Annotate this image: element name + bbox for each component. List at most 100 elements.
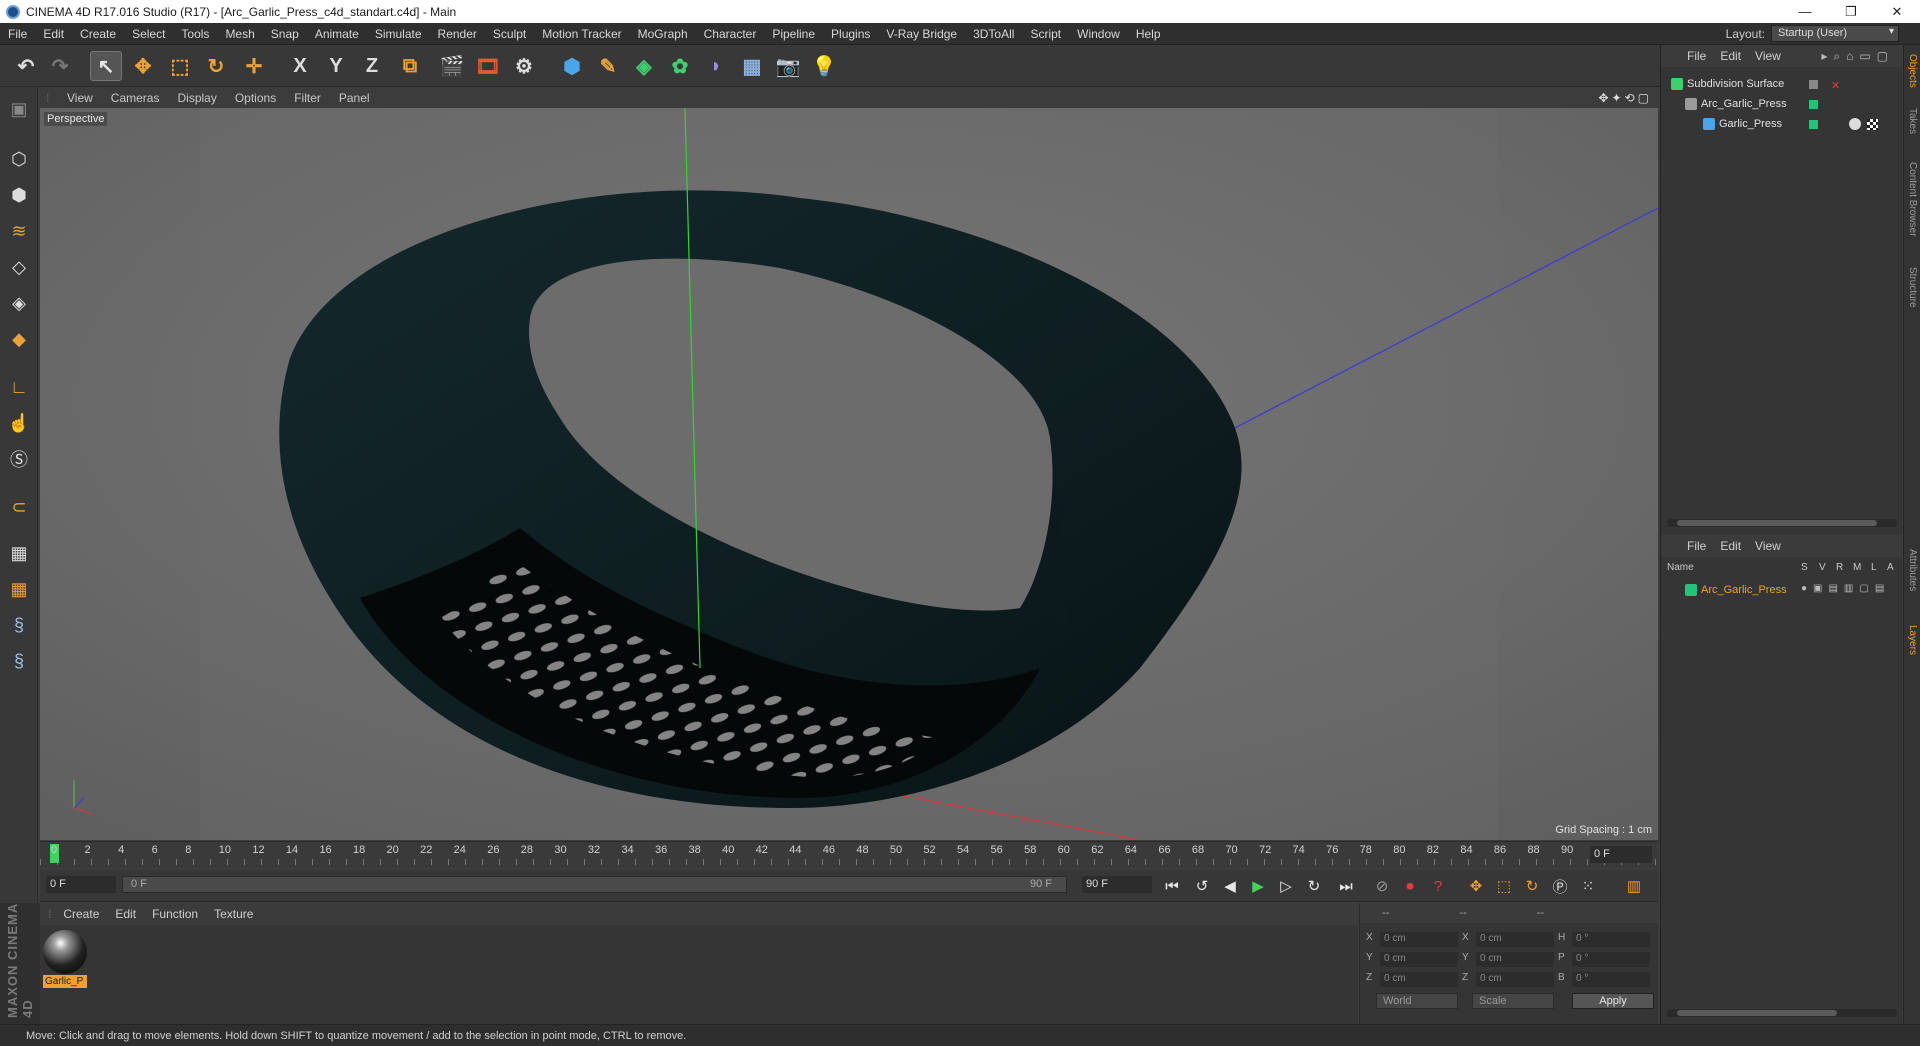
z-axis-icon[interactable]: Z — [356, 51, 388, 81]
previous-key-icon[interactable]: ↺ — [1190, 875, 1214, 897]
play-icon[interactable]: ▶ — [1246, 875, 1270, 897]
current-frame-field[interactable]: 0 F — [1590, 846, 1652, 863]
keyframe-selection-icon[interactable]: ? — [1426, 875, 1450, 897]
scrollbar-thumb[interactable] — [1677, 520, 1877, 526]
lm-menu-file[interactable]: File — [1687, 539, 1706, 553]
y-axis-icon[interactable]: Y — [320, 51, 352, 81]
key-scale-icon[interactable]: ⬚ — [1492, 875, 1516, 897]
timeline[interactable]: 0 2 4 6 8 10 12 14 16 18 20 22 24 26 28 30 32 34 36 38 40 42 4… — [40, 841, 1658, 868]
om-toolbar-icons[interactable]: ▸⌕⌂▭▢ — [1821, 49, 1894, 64]
workplane-icon[interactable]: ≋ — [3, 215, 35, 247]
rotation-h-field[interactable]: 0 ° — [1572, 932, 1650, 947]
tab-structure[interactable]: Structure — [1904, 257, 1920, 317]
tweak-mode-icon[interactable]: ☝ — [3, 407, 35, 439]
menu-motion-tracker[interactable]: Motion Tracker — [534, 27, 629, 41]
disable-icon[interactable]: ✕ — [1831, 79, 1840, 92]
viewport-menu-filter[interactable]: Filter — [285, 91, 330, 105]
layer-flag-icons[interactable]: ●▣▤▥▢▤ — [1801, 583, 1890, 594]
lm-menu-view[interactable]: View — [1755, 539, 1781, 553]
viewport-menu-view[interactable]: View — [58, 91, 102, 105]
size-z-field[interactable]: 0 cm — [1476, 972, 1554, 987]
cube-icon[interactable]: ⬢ — [556, 51, 588, 81]
polygons-mode-icon[interactable]: ◆ — [3, 323, 35, 355]
undo-icon[interactable]: ↶ — [10, 51, 42, 81]
render-settings-icon[interactable]: ⚙ — [508, 51, 540, 81]
layout-dropdown[interactable]: Startup (User) — [1771, 25, 1899, 42]
make-editable-icon[interactable]: ▣ — [3, 93, 35, 125]
rotation-b-field[interactable]: 0 ° — [1572, 972, 1650, 987]
timeline-window-icon[interactable]: ▥ — [1622, 875, 1646, 897]
lm-menu-edit[interactable]: Edit — [1720, 539, 1741, 553]
menu-mesh[interactable]: Mesh — [217, 27, 262, 41]
object-manager-scrollbar[interactable] — [1667, 519, 1897, 527]
restore-button[interactable]: ❐ — [1828, 0, 1874, 23]
rotation-p-field[interactable]: 0 ° — [1572, 952, 1650, 967]
tab-takes[interactable]: Takes — [1904, 101, 1920, 141]
points-mode-icon[interactable]: ◇ — [3, 251, 35, 283]
python-icon[interactable]: § — [3, 609, 35, 641]
pen-icon[interactable]: ✎ — [592, 51, 624, 81]
menu-file[interactable]: File — [0, 27, 35, 41]
python-script-icon[interactable]: § — [3, 645, 35, 677]
menu-snap[interactable]: Snap — [263, 27, 307, 41]
magnet-icon[interactable]: ⊂ — [3, 491, 35, 523]
material-tag-icon[interactable] — [1849, 118, 1861, 130]
minimize-button[interactable]: — — [1782, 0, 1828, 23]
array-icon[interactable]: ✿ — [664, 51, 696, 81]
layer-item-arc-garlic-press[interactable]: Arc_Garlic_Press — [1685, 581, 1787, 599]
rotate-icon[interactable]: ↻ — [200, 51, 232, 81]
material-menu-create[interactable]: Create — [55, 907, 107, 921]
tab-content-browser[interactable]: Content Browser — [1904, 149, 1920, 249]
tab-layers[interactable]: Layers — [1904, 615, 1920, 665]
layer-manager-scrollbar[interactable] — [1667, 1009, 1897, 1017]
planar-workplane-icon[interactable]: ▦ — [3, 573, 35, 605]
3d-viewport[interactable]: Perspective Grid Spacing : 1 cm — [40, 108, 1658, 840]
visibility-toggle-icon[interactable] — [1809, 80, 1818, 89]
autokey-icon[interactable]: ⏺ — [1398, 875, 1422, 897]
om-menu-edit[interactable]: Edit — [1720, 49, 1741, 63]
menu-vray-bridge[interactable]: V-Ray Bridge — [878, 27, 965, 41]
deformer-icon[interactable]: ◗ — [700, 51, 732, 81]
menu-sculpt[interactable]: Sculpt — [485, 27, 534, 41]
coordinate-space-dropdown[interactable]: World — [1376, 993, 1458, 1009]
object-item-garlic-press[interactable]: Garlic_Press — [1703, 115, 1782, 133]
tab-objects[interactable]: Objects — [1904, 51, 1920, 91]
axis-mode-icon[interactable]: ∟ — [3, 371, 35, 403]
subdivision-icon[interactable]: ◈ — [628, 51, 660, 81]
material-menu-edit[interactable]: Edit — [107, 907, 144, 921]
menu-render[interactable]: Render — [430, 27, 485, 41]
size-y-field[interactable]: 0 cm — [1476, 952, 1554, 967]
x-axis-icon[interactable]: X — [284, 51, 316, 81]
light-icon[interactable]: 💡 — [808, 51, 840, 81]
key-parameter-icon[interactable]: Ⓟ — [1548, 875, 1572, 897]
size-x-field[interactable]: 0 cm — [1476, 932, 1554, 947]
viewport-navigation-icons[interactable]: ✥✦⟲▢ — [1598, 91, 1652, 105]
om-menu-view[interactable]: View — [1755, 49, 1781, 63]
position-y-field[interactable]: 0 cm — [1380, 952, 1458, 967]
coordinate-mode-dropdown[interactable]: Scale — [1472, 993, 1554, 1009]
next-frame-icon[interactable]: ▷ — [1274, 875, 1298, 897]
menu-create[interactable]: Create — [72, 27, 124, 41]
close-button[interactable]: ✕ — [1874, 0, 1920, 23]
floor-icon[interactable]: ▦ — [736, 51, 768, 81]
material-menu-texture[interactable]: Texture — [206, 907, 261, 921]
menu-script[interactable]: Script — [1022, 27, 1069, 41]
move-icon[interactable]: ✥ — [127, 51, 159, 81]
frame-range-slider[interactable]: 0 F 90 F — [122, 876, 1067, 893]
menu-animate[interactable]: Animate — [307, 27, 367, 41]
menu-simulate[interactable]: Simulate — [367, 27, 430, 41]
viewport-menu-options[interactable]: Options — [226, 91, 285, 105]
render-view-icon[interactable]: 🎬 — [436, 51, 468, 81]
key-pla-icon[interactable]: ⁙ — [1576, 875, 1600, 897]
key-rotation-icon[interactable]: ↻ — [1520, 875, 1544, 897]
key-position-icon[interactable]: ✥ — [1464, 875, 1488, 897]
texture-tag-icon[interactable] — [1867, 119, 1878, 130]
tab-attributes[interactable]: Attributes — [1904, 535, 1920, 605]
start-frame-field[interactable]: 0 F — [46, 876, 116, 893]
redo-icon[interactable]: ↷ — [44, 51, 76, 81]
go-to-start-icon[interactable]: ⏮ — [1160, 875, 1184, 897]
menu-select[interactable]: Select — [124, 27, 173, 41]
menu-mograph[interactable]: MoGraph — [630, 27, 696, 41]
menu-plugins[interactable]: Plugins — [823, 27, 878, 41]
viewport-menu-cameras[interactable]: Cameras — [102, 91, 169, 105]
